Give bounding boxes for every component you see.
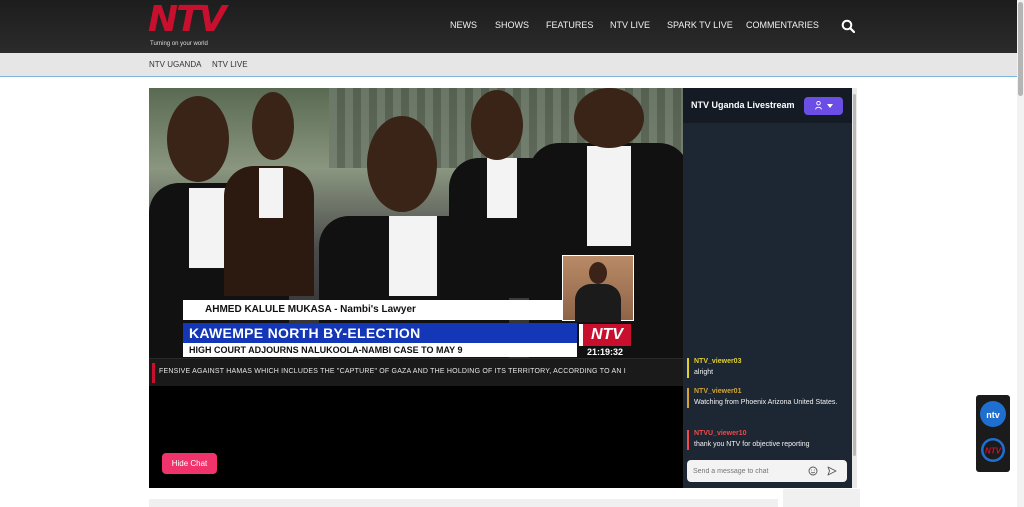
hide-chat-button[interactable]: Hide Chat: [162, 453, 217, 474]
content-placeholder: [149, 499, 778, 507]
chat-text: Watching from Phoenix Arizona United Sta…: [694, 399, 838, 406]
chat-scrollbar-thumb[interactable]: [853, 94, 856, 456]
user-icon: [815, 101, 822, 110]
sub-navbar: NTV UGANDA NTV LIVE: [0, 53, 1017, 77]
channel-bug: NTV: [583, 324, 631, 346]
video-frame[interactable]: AHMED KALULE MUKASA - Nambi's Lawyer KAW…: [149, 88, 683, 358]
user-menu-button[interactable]: [804, 97, 843, 115]
page-scrollbar-thumb[interactable]: [1018, 2, 1023, 96]
nav-item-ntv-live[interactable]: NTV LIVE: [610, 20, 650, 30]
headline-banner: KAWEMPE NORTH BY-ELECTION: [183, 323, 577, 343]
subnav-item-ntv-uganda[interactable]: NTV UGANDA: [149, 60, 201, 69]
nav-item-news[interactable]: NEWS: [450, 20, 477, 30]
nav-item-shows[interactable]: SHOWS: [495, 20, 529, 30]
broadcast-clock: 21:19:32: [579, 346, 631, 358]
top-navbar: NTV Turning on your world NEWS SHOWS FEA…: [0, 0, 1017, 53]
svg-text:ntv: ntv: [986, 410, 1000, 420]
logo-tagline: Turning on your world: [150, 41, 208, 47]
lower-third-name: AHMED KALULE MUKASA - Nambi's Lawyer: [183, 300, 563, 320]
chat-username: NTV_viewer01: [694, 388, 742, 395]
livestream-chat: NTV Uganda Livestream NTV_viewer03 alrig…: [683, 88, 857, 488]
ticker-text: FENSIVE AGAINST HAMAS WHICH INCLUDES THE…: [159, 368, 626, 375]
chat-message: NTV_viewer01 Watching from Phoenix Arizo…: [687, 388, 847, 408]
chat-username: NTV_viewer03: [694, 358, 742, 365]
nav-item-spark-tv-live[interactable]: SPARK TV LIVE: [667, 20, 733, 30]
sidebar-placeholder: [783, 489, 860, 507]
chat-text: alright: [694, 369, 714, 376]
ticker-accent: [152, 363, 155, 383]
search-icon[interactable]: [841, 19, 855, 33]
chat-scrollbar[interactable]: [852, 88, 857, 488]
chat-message: NTV_viewer03 alright: [687, 358, 847, 378]
news-ticker: FENSIVE AGAINST HAMAS WHICH INCLUDES THE…: [149, 358, 683, 386]
ntv-uganda-channel-icon[interactable]: NTV: [980, 437, 1006, 463]
chat-title: NTV Uganda Livestream: [691, 100, 795, 110]
nav-item-commentaries[interactable]: COMMENTARIES: [746, 20, 819, 30]
chat-input-box: [687, 460, 847, 482]
ntv-logo[interactable]: NTV Turning on your world: [148, 0, 227, 50]
page-scrollbar[interactable]: [1017, 0, 1024, 507]
send-icon[interactable]: [827, 466, 837, 476]
sign-language-interpreter: [562, 255, 634, 322]
nav-item-features[interactable]: FEATURES: [546, 20, 593, 30]
subheadline-banner: HIGH COURT ADJOURNS NALUKOOLA-NAMBI CASE…: [183, 343, 577, 357]
ntv-channel-icon[interactable]: ntv: [980, 401, 1006, 427]
chat-message-input[interactable]: [693, 464, 803, 478]
chat-header: NTV Uganda Livestream: [683, 88, 852, 123]
chat-text: thank you NTV for objective reporting: [694, 441, 810, 448]
svg-text:NTV: NTV: [985, 447, 1002, 456]
subnav-item-ntv-live[interactable]: NTV LIVE: [212, 60, 248, 69]
chevron-down-icon: [827, 104, 833, 108]
logo-text: NTV: [148, 0, 227, 40]
chat-username: NTVU_viewer10: [694, 430, 747, 437]
chat-message: NTVU_viewer10 thank you NTV for objectiv…: [687, 430, 847, 450]
emoji-icon[interactable]: [808, 466, 818, 476]
video-player[interactable]: AHMED KALULE MUKASA - Nambi's Lawyer KAW…: [149, 88, 683, 488]
floating-channel-switcher: ntv NTV: [976, 395, 1010, 472]
